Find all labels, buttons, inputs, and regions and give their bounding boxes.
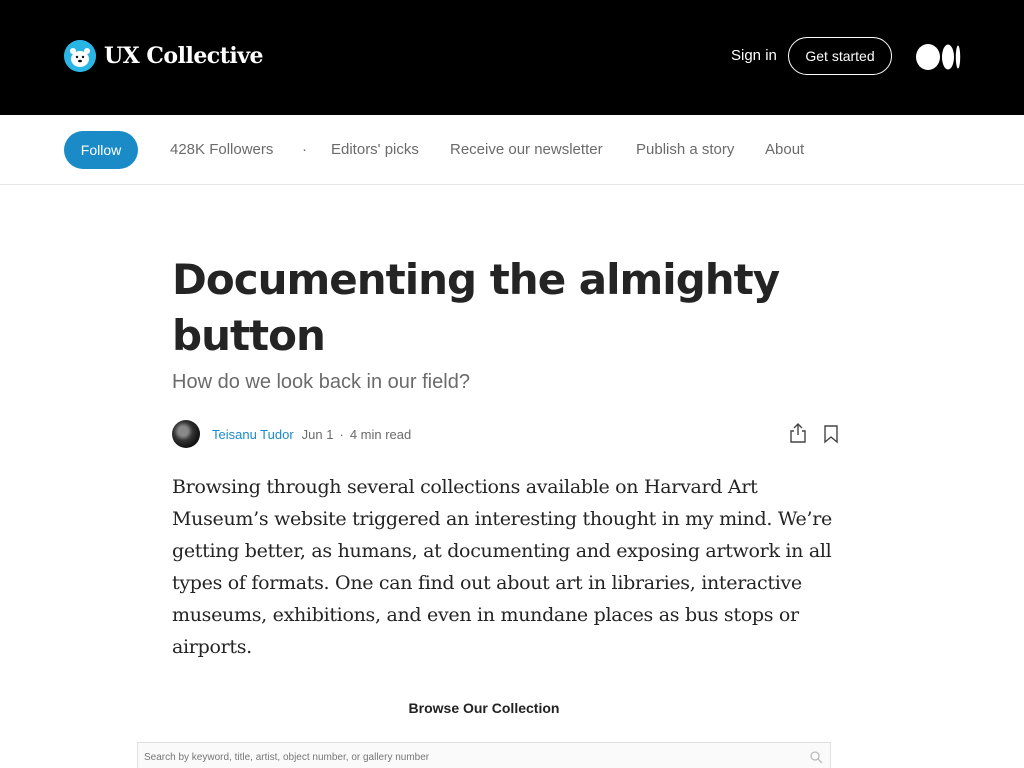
figure-title: Browse Our Collection <box>408 700 560 716</box>
search-icon <box>810 751 823 764</box>
meta-separator: · <box>339 426 344 442</box>
figure-search-bar: Search by keyword, title, artist, object… <box>137 742 831 768</box>
author-avatar[interactable] <box>172 420 200 448</box>
site-header: UX Collective Sign in Get started <box>0 0 1024 115</box>
read-time: 4 min read <box>349 426 412 442</box>
nav-publish-story[interactable]: Publish a story <box>636 141 734 158</box>
article-paragraph: Browsing through several collections ava… <box>172 476 832 658</box>
bookmark-icon[interactable] <box>822 424 840 444</box>
publication-nav: Follow 428K Followers · Editors' picks R… <box>0 115 1024 185</box>
article-subtitle: How do we look back in our field? <box>172 371 470 393</box>
nav-newsletter[interactable]: Receive our newsletter <box>450 141 603 158</box>
sign-in-link[interactable]: Sign in <box>731 47 777 64</box>
article-figure: Browse Our Collection Search by keyword,… <box>137 680 831 768</box>
medium-logo-icon[interactable] <box>916 44 962 70</box>
nav-about[interactable]: About <box>765 141 804 158</box>
followers-count[interactable]: 428K Followers <box>170 141 273 158</box>
article-meta: Teisanu Tudor Jun 1 · 4 min read <box>172 420 411 448</box>
follow-button[interactable]: Follow <box>64 131 138 169</box>
article-title: Documenting the almighty button <box>172 255 780 360</box>
share-icon[interactable] <box>788 422 808 444</box>
brand[interactable]: UX Collective <box>64 40 264 72</box>
brand-name: UX Collective <box>104 43 264 69</box>
publish-date: Jun 1 <box>301 426 334 442</box>
nav-editors-picks[interactable]: Editors' picks <box>331 141 419 158</box>
get-started-button[interactable]: Get started <box>788 37 892 75</box>
author-name[interactable]: Teisanu Tudor <box>212 427 294 442</box>
polar-bear-logo-icon <box>64 40 96 72</box>
nav-separator: · <box>302 141 307 158</box>
